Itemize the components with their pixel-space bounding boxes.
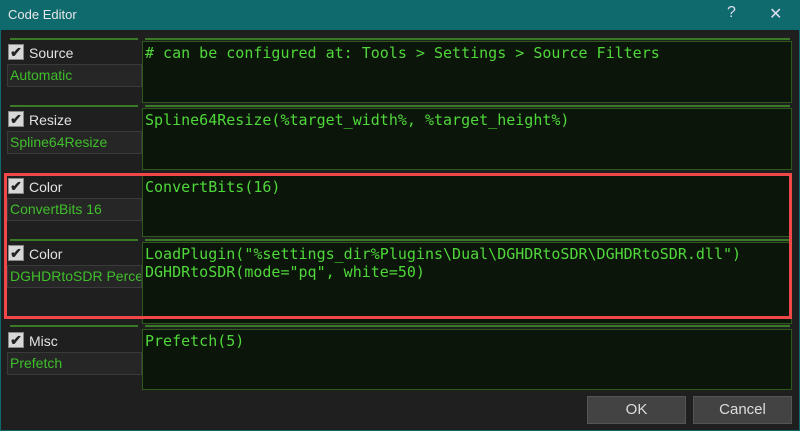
filter-dropdown-color[interactable]: ConvertBits 16 — [7, 198, 142, 221]
category-label: Source — [29, 45, 74, 61]
filter-dropdown-color-2[interactable]: DGHDRtoSDR Perceptual — [7, 265, 142, 288]
separator — [10, 239, 138, 241]
window-title: Code Editor — [8, 7, 77, 22]
code-editor-source[interactable]: # can be configured at: Tools > Settings… — [142, 41, 792, 103]
separator — [10, 105, 138, 107]
category-label: Color — [29, 179, 63, 195]
filter-dropdown-source[interactable]: Automatic — [7, 64, 142, 87]
code-editor-resize[interactable]: Spline64Resize(%target_width%, %target_h… — [142, 108, 792, 170]
enable-checkbox-source[interactable]: ✔ — [8, 44, 24, 60]
filter-dropdown-misc[interactable]: Prefetch — [7, 352, 142, 375]
enable-checkbox-color-2[interactable]: ✔ — [8, 245, 24, 261]
close-button[interactable]: ✕ — [769, 4, 782, 24]
separator — [145, 38, 790, 40]
filter-dropdown-resize[interactable]: Spline64Resize — [7, 131, 142, 154]
code-editor-color[interactable]: ConvertBits(16) — [142, 175, 792, 237]
ok-button[interactable]: OK — [587, 396, 686, 424]
code-editor-color-2[interactable]: LoadPlugin("%settings_dir%Plugins\Dual\D… — [142, 242, 792, 324]
separator — [145, 325, 790, 327]
separator — [145, 239, 790, 241]
enable-checkbox-misc[interactable]: ✔ — [8, 332, 24, 348]
separator — [10, 325, 138, 327]
code-editor-misc[interactable]: Prefetch(5) — [142, 329, 792, 390]
title-bar: Code Editor ? ✕ — [0, 0, 800, 30]
category-label: Misc — [29, 333, 58, 349]
enable-checkbox-resize[interactable]: ✔ — [8, 111, 24, 127]
separator — [145, 105, 790, 107]
category-label: Color — [29, 246, 63, 262]
cancel-button[interactable]: Cancel — [693, 396, 792, 424]
enable-checkbox-color[interactable]: ✔ — [8, 178, 24, 194]
separator — [10, 38, 138, 40]
category-label: Resize — [29, 112, 72, 128]
help-button[interactable]: ? — [727, 4, 736, 22]
